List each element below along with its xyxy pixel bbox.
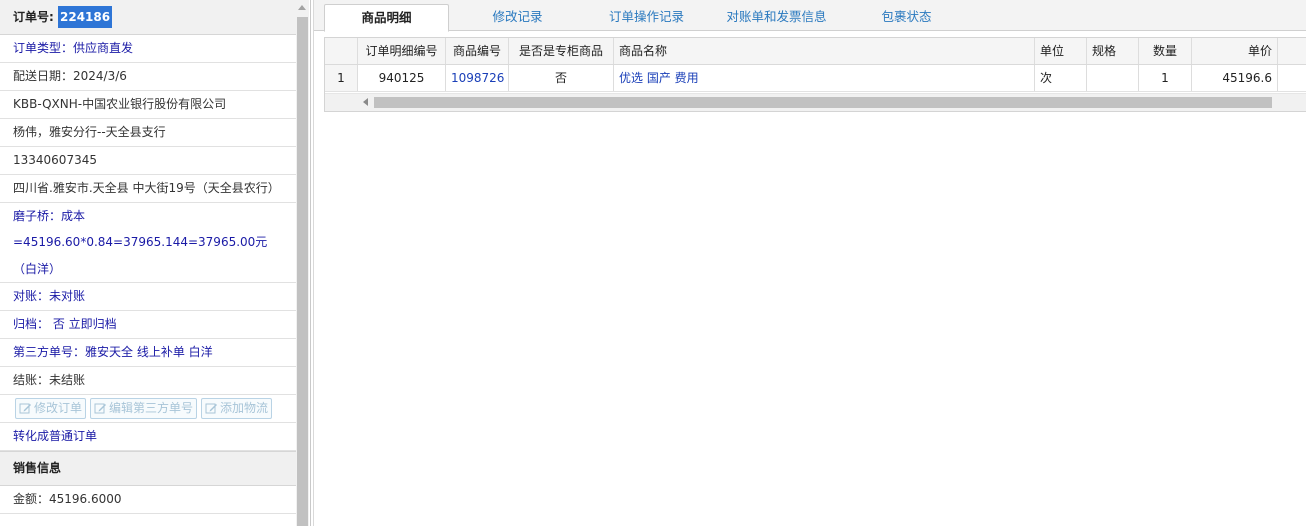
- archive-status[interactable]: 归档： 否 立即归档: [0, 311, 296, 339]
- order-number[interactable]: 224186: [58, 6, 113, 28]
- cost-note: 磨子桥：成本=45196.60*0.84=37965.144=37965.00元…: [0, 203, 296, 283]
- scroll-left-arrow-icon[interactable]: [363, 98, 368, 106]
- contact-phone: 13340607345: [0, 147, 296, 175]
- contact-person: 杨伟，雅安分行--天全县支行: [0, 119, 296, 147]
- spec-cell: [1087, 65, 1139, 91]
- order-info-panel: 订单号: 224186 订单类型：供应商直发 配送日期：2024/3/6 KBB…: [0, 0, 311, 526]
- edit-order-label: 修改订单: [34, 401, 83, 415]
- third-party-order-no: 第三方单号：雅安天全 线上补单 白洋: [0, 339, 296, 367]
- delivery-date: 配送日期：2024/3/6: [0, 63, 296, 91]
- add-logistics-label: 添加物流: [220, 401, 269, 415]
- reconcile-status[interactable]: 对账：未对账: [0, 283, 296, 311]
- customer-company: KBB-QXNH-中国农业银行股份有限公司: [0, 91, 296, 119]
- column-header-is-counter[interactable]: 是否是专柜商品: [509, 38, 614, 64]
- grid-header-row: 订单明细编号 商品编号 是否是专柜商品 商品名称 单位 规格 数量 单价: [325, 38, 1306, 65]
- edit-third-party-no-button[interactable]: 编辑第三方单号: [90, 398, 198, 419]
- left-panel-scrollbar[interactable]: [296, 0, 309, 526]
- detail-no-cell: 940125: [358, 65, 446, 91]
- column-header-spec[interactable]: 规格: [1087, 38, 1139, 64]
- row-number: 1: [325, 65, 358, 91]
- column-header-rownum: [325, 38, 358, 64]
- order-detail-app: 订单号: 224186 订单类型：供应商直发 配送日期：2024/3/6 KBB…: [0, 0, 1306, 526]
- unit-cell: 次: [1035, 65, 1087, 91]
- column-header-detail-no[interactable]: 订单明细编号: [358, 38, 446, 64]
- column-header-extra: [1278, 38, 1306, 64]
- order-type: 订单类型：供应商直发: [0, 35, 296, 63]
- edit-icon: [94, 403, 107, 414]
- product-name-link[interactable]: 优选 国产 费用: [614, 65, 1035, 91]
- column-header-unit-price[interactable]: 单价: [1192, 38, 1278, 64]
- tab-statement-invoice[interactable]: 对账单和发票信息: [709, 4, 844, 30]
- edit-third-party-no-label: 编辑第三方单号: [109, 401, 194, 415]
- sales-info-header: 销售信息: [0, 451, 296, 486]
- quantity-cell: 1: [1139, 65, 1192, 91]
- horizontal-scrollbar-thumb[interactable]: [374, 97, 1272, 108]
- order-header: 订单号: 224186: [0, 0, 296, 35]
- column-header-product-code[interactable]: 商品编号: [446, 38, 509, 64]
- unit-price-cell: 45196.6: [1192, 65, 1278, 91]
- tab-order-operation-log[interactable]: 订单操作记录: [584, 4, 709, 30]
- detail-panel: 商品明细 修改记录 订单操作记录 对账单和发票信息 包裹状态 订单明细编号 商品…: [313, 0, 1306, 526]
- add-logistics-button[interactable]: 添加物流: [201, 398, 273, 419]
- action-button-row: 修改订单 编辑第三方单号 添加物流: [0, 395, 296, 423]
- extra-cell: [1278, 65, 1306, 91]
- table-row[interactable]: 1 940125 1098726 否 优选 国产 费用 次 1 45196.6: [325, 65, 1306, 92]
- product-grid: 订单明细编号 商品编号 是否是专柜商品 商品名称 单位 规格 数量 单价 1 9…: [324, 37, 1306, 112]
- order-info-content: 订单号: 224186 订单类型：供应商直发 配送日期：2024/3/6 KBB…: [0, 0, 296, 514]
- scroll-up-arrow-icon[interactable]: [298, 5, 306, 10]
- tab-bar: 商品明细 修改记录 订单操作记录 对账单和发票信息 包裹状态: [314, 0, 1306, 32]
- tab-edit-history[interactable]: 修改记录: [459, 4, 576, 30]
- tab-package-status[interactable]: 包裹状态: [844, 4, 969, 30]
- is-counter-cell: 否: [509, 65, 614, 91]
- sales-amount: 金额：45196.6000: [0, 486, 296, 514]
- grid-horizontal-scrollbar[interactable]: [325, 93, 1306, 111]
- edit-icon: [205, 403, 218, 414]
- edit-order-button[interactable]: 修改订单: [15, 398, 87, 419]
- tab-product-details[interactable]: 商品明细: [324, 4, 449, 32]
- column-header-product-name[interactable]: 商品名称: [614, 38, 1035, 64]
- settlement-status: 结账：未结账: [0, 367, 296, 395]
- delivery-address: 四川省.雅安市.天全县 中大街19号（天全县农行）: [0, 175, 296, 203]
- edit-icon: [19, 403, 31, 414]
- convert-to-normal-order-link[interactable]: 转化成普通订单: [0, 423, 296, 451]
- order-label: 订单号:: [13, 10, 54, 24]
- column-header-quantity[interactable]: 数量: [1139, 38, 1192, 64]
- scrollbar-thumb[interactable]: [297, 17, 308, 526]
- product-code-link[interactable]: 1098726: [446, 65, 509, 91]
- column-header-unit[interactable]: 单位: [1035, 38, 1087, 64]
